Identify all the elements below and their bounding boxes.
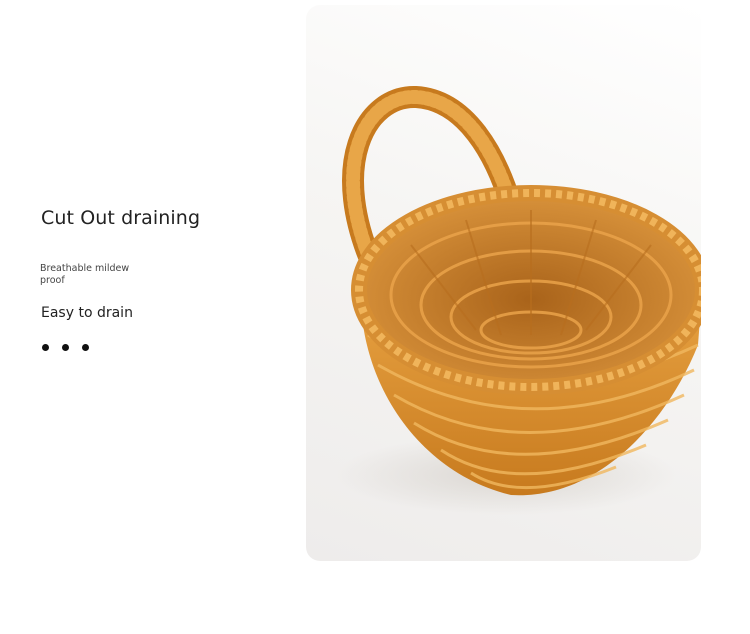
section-subtitle: Breathable mildew proof bbox=[40, 263, 130, 286]
pagination-dot-3[interactable] bbox=[82, 344, 89, 351]
basket-illustration bbox=[336, 86, 701, 515]
product-photo bbox=[306, 5, 701, 561]
feature-label: Easy to drain bbox=[41, 305, 133, 321]
pagination-dots bbox=[42, 344, 89, 351]
section-title: Cut Out draining bbox=[41, 207, 201, 229]
pagination-dot-2[interactable] bbox=[62, 344, 69, 351]
pagination-dot-1[interactable] bbox=[42, 344, 49, 351]
